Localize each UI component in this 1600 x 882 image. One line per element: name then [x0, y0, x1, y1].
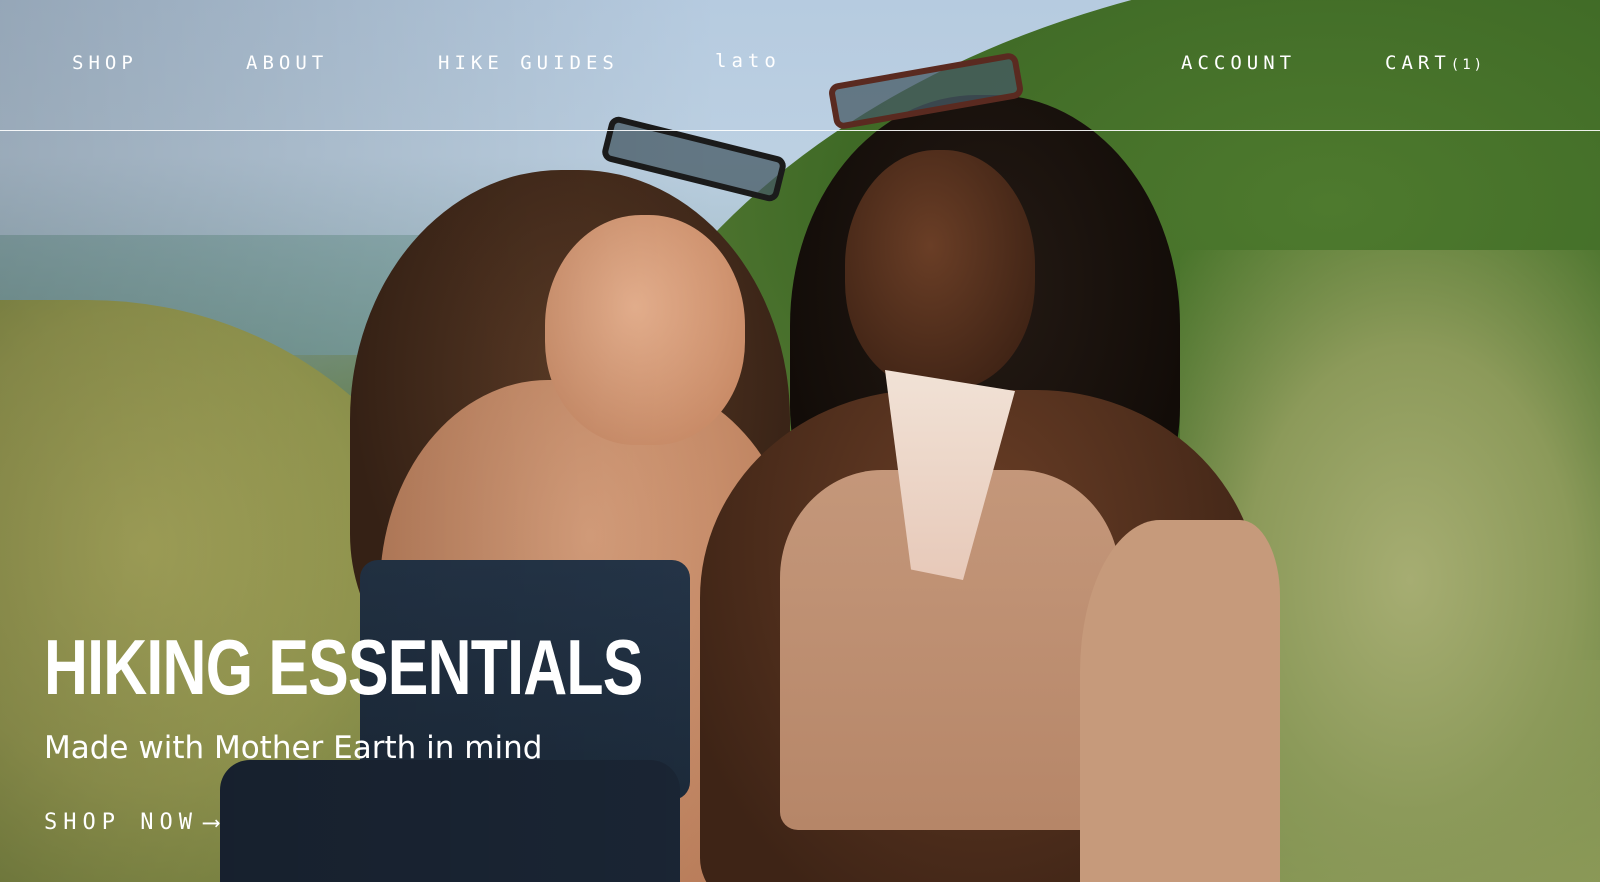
- nav-shop-link[interactable]: SHOP: [72, 52, 138, 74]
- shop-now-button[interactable]: SHOP NOW ⟶: [44, 808, 218, 836]
- site-logo[interactable]: lato: [715, 52, 781, 71]
- shop-now-label: SHOP NOW: [44, 809, 198, 835]
- nav-about-link[interactable]: ABOUT: [246, 52, 328, 74]
- nav-cart-link[interactable]: CART(1): [1385, 52, 1485, 74]
- nav-divider: [0, 130, 1600, 131]
- arrow-right-icon: ⟶: [203, 808, 219, 836]
- hero-banner: SHOP ABOUT HIKE GUIDES lato ACCOUNT CART…: [0, 0, 1600, 882]
- nav-account-link[interactable]: ACCOUNT: [1181, 52, 1296, 74]
- cart-count-badge: (1): [1450, 57, 1486, 73]
- top-navigation: SHOP ABOUT HIKE GUIDES lato ACCOUNT CART…: [0, 0, 1600, 131]
- nav-hike-guides-link[interactable]: HIKE GUIDES: [438, 52, 619, 74]
- cart-label: CART: [1385, 52, 1451, 74]
- hero-subtitle: Made with Mother Earth in mind: [44, 730, 543, 766]
- hero-title: HIKING ESSENTIALS: [44, 623, 643, 711]
- hero-copy: HIKING ESSENTIALS Made with Mother Earth…: [44, 628, 811, 836]
